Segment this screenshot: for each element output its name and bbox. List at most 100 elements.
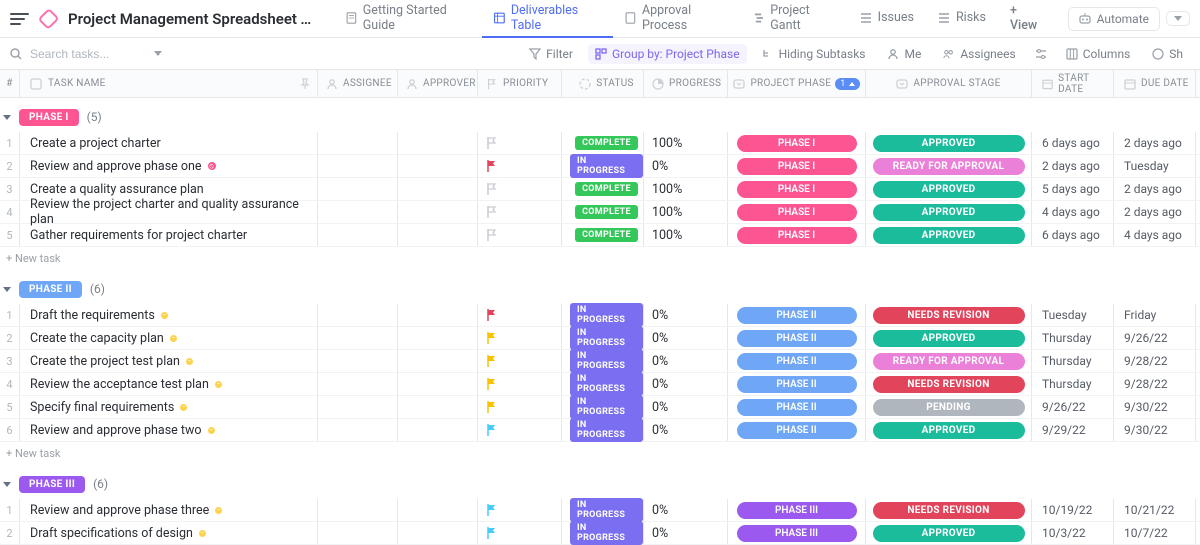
task-cell[interactable]: Review the project charter and quality a… bbox=[20, 201, 318, 223]
flag-icon[interactable] bbox=[486, 354, 498, 368]
approver-cell[interactable] bbox=[398, 522, 478, 544]
approval-cell[interactable]: NEEDS REVISION bbox=[866, 304, 1032, 326]
priority-cell[interactable] bbox=[478, 178, 562, 200]
col-progress[interactable]: PROGRESS bbox=[644, 70, 728, 97]
progress-cell[interactable]: 100% bbox=[644, 224, 728, 246]
progress-cell[interactable]: 0% bbox=[644, 304, 728, 326]
priority-cell[interactable] bbox=[478, 373, 562, 395]
start-date[interactable]: 6 days ago bbox=[1032, 224, 1114, 246]
start-date[interactable]: 5 days ago bbox=[1032, 178, 1114, 200]
tab-issues[interactable]: Issues bbox=[848, 0, 926, 38]
due-date[interactable]: 2 days ago bbox=[1114, 132, 1196, 154]
approval-cell[interactable]: READY FOR APPROVAL bbox=[866, 350, 1032, 372]
table-row[interactable]: 4 Review the acceptance test plan − IN P… bbox=[0, 373, 1200, 396]
col-assignee[interactable]: ASSIGNEE bbox=[318, 70, 398, 97]
columns-button[interactable]: Columns bbox=[1059, 44, 1138, 64]
phase-cell[interactable]: PHASE I bbox=[728, 224, 866, 246]
start-date[interactable]: Thursday bbox=[1032, 327, 1114, 349]
progress-cell[interactable]: 100% bbox=[644, 201, 728, 223]
phase-cell[interactable]: PHASE I bbox=[728, 132, 866, 154]
status-cell[interactable]: IN PROGRESS bbox=[562, 396, 644, 418]
phase-cell[interactable]: PHASE II bbox=[728, 419, 866, 441]
priority-cell[interactable] bbox=[478, 132, 562, 154]
table-row[interactable]: 1 Draft the requirements − IN PROGRESS 0… bbox=[0, 304, 1200, 327]
start-date[interactable]: Tuesday bbox=[1032, 304, 1114, 326]
assignee-cell[interactable] bbox=[318, 224, 398, 246]
due-date[interactable]: 2 days ago bbox=[1114, 201, 1196, 223]
flag-icon[interactable] bbox=[486, 228, 498, 242]
approval-cell[interactable]: APPROVED bbox=[866, 224, 1032, 246]
priority-cell[interactable] bbox=[478, 419, 562, 441]
task-cell[interactable]: Create the project test plan − bbox=[20, 350, 318, 372]
task-cell[interactable]: Gather requirements for project charter bbox=[20, 224, 318, 246]
share-button[interactable]: Sh bbox=[1145, 44, 1190, 64]
due-date[interactable]: 9/30/22 bbox=[1114, 419, 1196, 441]
approval-cell[interactable]: NEEDS REVISION bbox=[866, 373, 1032, 395]
flag-icon[interactable] bbox=[486, 503, 498, 517]
progress-cell[interactable]: 0% bbox=[644, 522, 728, 544]
priority-cell[interactable] bbox=[478, 304, 562, 326]
show-button[interactable] bbox=[1031, 45, 1051, 63]
start-date[interactable]: 4 days ago bbox=[1032, 201, 1114, 223]
approver-cell[interactable] bbox=[398, 155, 478, 177]
due-date[interactable]: 9/26/22 bbox=[1114, 327, 1196, 349]
start-date[interactable]: Thursday bbox=[1032, 350, 1114, 372]
col-approver[interactable]: APPROVER bbox=[398, 70, 478, 97]
table-row[interactable]: 5 Specify final requirements − IN PROGRE… bbox=[0, 396, 1200, 419]
tab-deliverables[interactable]: Deliverables Table bbox=[482, 0, 613, 38]
approver-cell[interactable] bbox=[398, 132, 478, 154]
table-row[interactable]: 6 Review and approve phase two − IN PROG… bbox=[0, 419, 1200, 442]
table-row[interactable]: 4 Review the project charter and quality… bbox=[0, 201, 1200, 224]
col-phase[interactable]: PROJECT PHASE 1 bbox=[728, 70, 866, 97]
task-cell[interactable]: Specify final requirements − bbox=[20, 396, 318, 418]
status-cell[interactable]: IN PROGRESS bbox=[562, 327, 644, 349]
table-row[interactable]: 1 Review and approve phase three − IN PR… bbox=[0, 499, 1200, 522]
col-due[interactable]: DUE DATE bbox=[1114, 70, 1196, 97]
status-cell[interactable]: IN PROGRESS bbox=[562, 522, 644, 544]
progress-cell[interactable]: 0% bbox=[644, 155, 728, 177]
col-priority[interactable]: PRIORITY bbox=[478, 70, 562, 97]
filter-button[interactable]: Filter bbox=[522, 44, 580, 64]
phase-cell[interactable]: PHASE III bbox=[728, 522, 866, 544]
col-task[interactable]: TASK NAME bbox=[20, 70, 318, 97]
approval-cell[interactable]: APPROVED bbox=[866, 522, 1032, 544]
space-logo-icon[interactable] bbox=[37, 7, 59, 29]
approval-cell[interactable]: PENDING bbox=[866, 396, 1032, 418]
pin-icon[interactable] bbox=[299, 78, 311, 90]
assignee-cell[interactable] bbox=[318, 373, 398, 395]
approver-cell[interactable] bbox=[398, 327, 478, 349]
approval-cell[interactable]: READY FOR APPROVAL bbox=[866, 155, 1032, 177]
status-cell[interactable]: IN PROGRESS bbox=[562, 350, 644, 372]
table-row[interactable]: 1 Create a project charter COMPLETE 100%… bbox=[0, 132, 1200, 155]
flag-icon[interactable] bbox=[486, 182, 498, 196]
start-date[interactable]: 2 days ago bbox=[1032, 155, 1114, 177]
status-cell[interactable]: IN PROGRESS bbox=[562, 304, 644, 326]
flag-icon[interactable] bbox=[486, 308, 498, 322]
assignee-cell[interactable] bbox=[318, 327, 398, 349]
progress-cell[interactable]: 100% bbox=[644, 178, 728, 200]
task-cell[interactable]: Review and approve phase one ⦸ bbox=[20, 155, 318, 177]
priority-cell[interactable] bbox=[478, 155, 562, 177]
due-date[interactable]: 4 days ago bbox=[1114, 224, 1196, 246]
col-number[interactable]: # bbox=[0, 70, 20, 97]
automate-dropdown[interactable] bbox=[1166, 11, 1190, 26]
collapse-icon[interactable] bbox=[3, 482, 11, 487]
start-date[interactable]: 9/26/22 bbox=[1032, 396, 1114, 418]
task-cell[interactable]: Create the capacity plan − bbox=[20, 327, 318, 349]
col-start[interactable]: START DATE bbox=[1032, 70, 1114, 97]
priority-cell[interactable] bbox=[478, 224, 562, 246]
progress-cell[interactable]: 0% bbox=[644, 327, 728, 349]
status-cell[interactable]: IN PROGRESS bbox=[562, 419, 644, 441]
due-date[interactable]: 9/30/22 bbox=[1114, 396, 1196, 418]
tab-risks[interactable]: Risks bbox=[926, 0, 998, 38]
status-cell[interactable]: COMPLETE bbox=[562, 132, 644, 154]
status-cell[interactable]: IN PROGRESS bbox=[562, 155, 644, 177]
approver-cell[interactable] bbox=[398, 373, 478, 395]
phase-cell[interactable]: PHASE II bbox=[728, 373, 866, 395]
approver-cell[interactable] bbox=[398, 419, 478, 441]
due-date[interactable]: Tuesday bbox=[1114, 155, 1196, 177]
progress-cell[interactable]: 0% bbox=[644, 373, 728, 395]
approval-cell[interactable]: APPROVED bbox=[866, 419, 1032, 441]
phase-cell[interactable]: PHASE I bbox=[728, 178, 866, 200]
flag-icon[interactable] bbox=[486, 159, 498, 173]
